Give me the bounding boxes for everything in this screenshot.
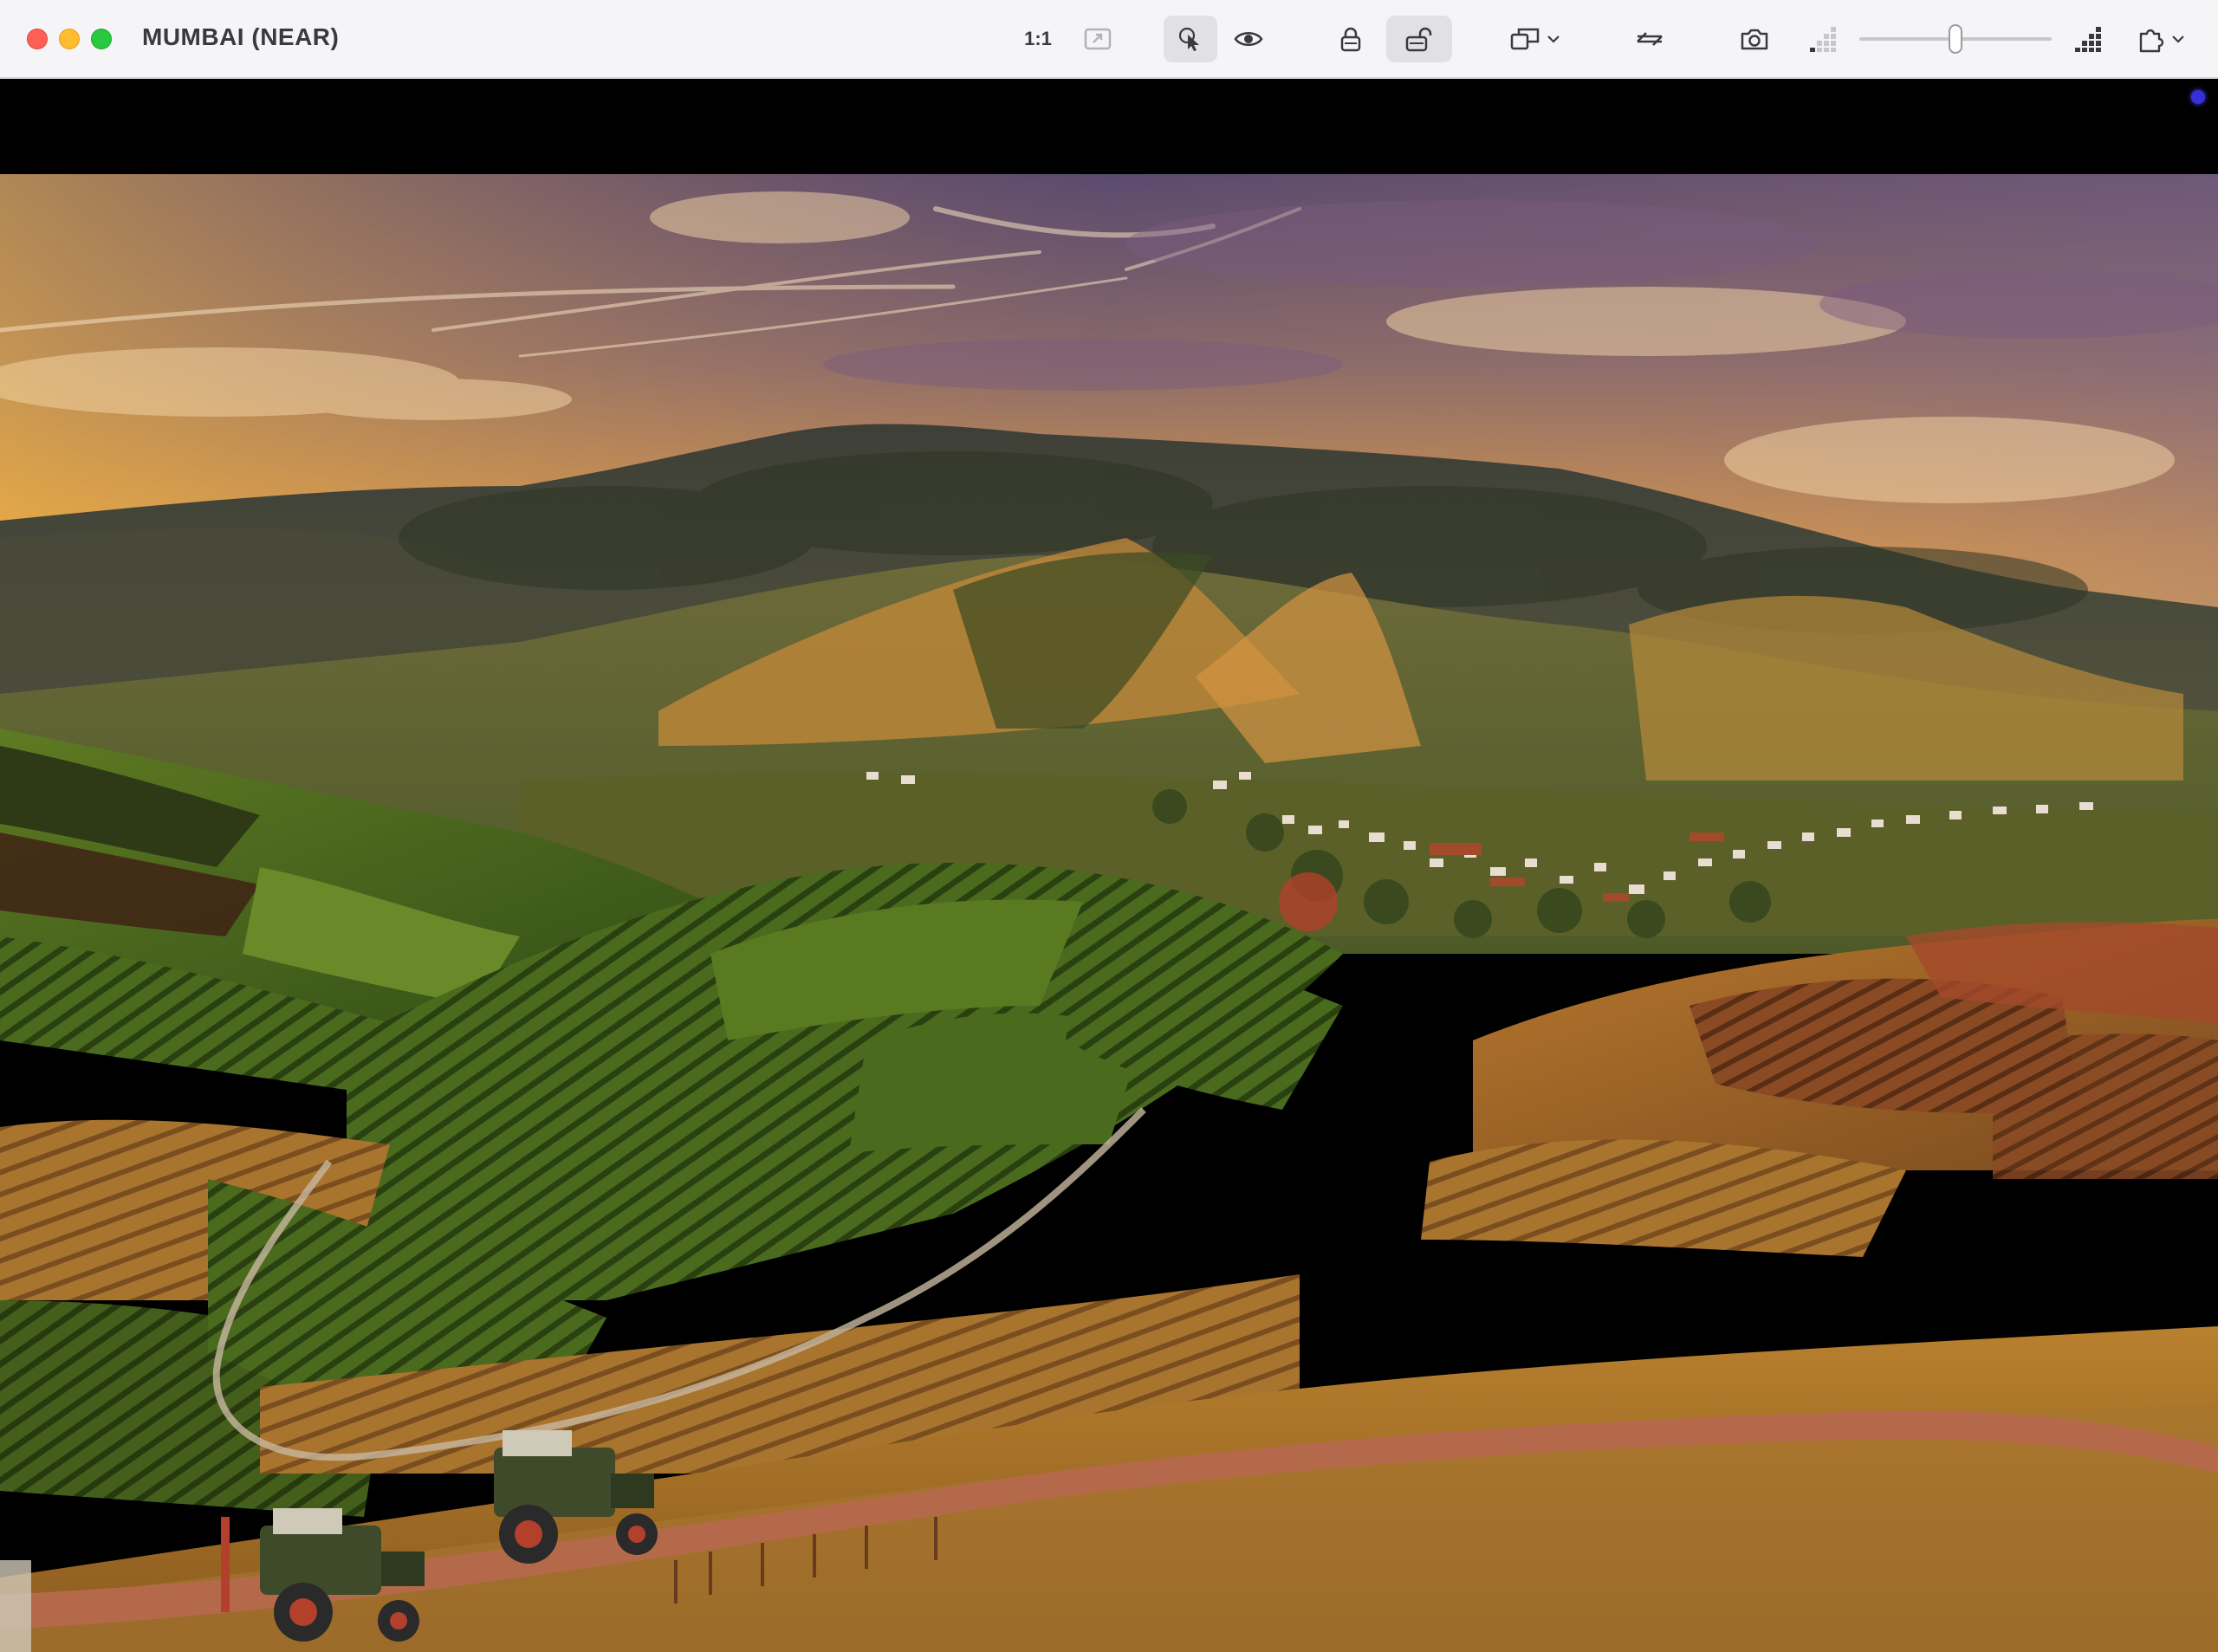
- letterbox-top: [0, 81, 2218, 174]
- quality-low-icon: [1810, 27, 1836, 52]
- screenshot-button[interactable]: [1729, 16, 1780, 62]
- pointer-mode-button[interactable]: [1164, 16, 1217, 62]
- chevron-down-icon: [1547, 36, 1560, 43]
- quality-high-icon: [2075, 27, 2101, 52]
- lock-icon: [1340, 27, 1361, 52]
- window-title: MUMBAI (NEAR): [142, 23, 340, 50]
- extensions-menu-button[interactable]: [2128, 16, 2195, 62]
- minimize-window-button[interactable]: [59, 29, 80, 49]
- swap-icon: [1637, 32, 1663, 46]
- swap-button[interactable]: [1624, 16, 1676, 62]
- quality-low-button[interactable]: [1802, 16, 1845, 62]
- camera-icon: [1741, 29, 1768, 50]
- close-window-button[interactable]: [27, 29, 48, 49]
- fit-window-icon: [1084, 28, 1112, 50]
- window-layout-menu-button[interactable]: [1499, 16, 1572, 62]
- quality-high-button[interactable]: [2067, 16, 2111, 62]
- unlock-button[interactable]: [1386, 16, 1452, 62]
- window-layout-icon: [1510, 28, 1540, 50]
- puzzle-icon: [2139, 29, 2164, 53]
- landscape-photo: [0, 174, 2218, 1652]
- connection-status-dot: [2191, 90, 2205, 104]
- view-only-button[interactable]: [1223, 16, 1274, 62]
- fit-window-button[interactable]: [1074, 16, 1121, 62]
- toolbar: MUMBAI (NEAR) 1:1: [0, 0, 2218, 79]
- app-window: MUMBAI (NEAR) 1:1: [0, 0, 2218, 1652]
- maximize-window-button[interactable]: [91, 29, 112, 49]
- lock-button[interactable]: [1326, 16, 1376, 62]
- unlock-icon: [1405, 27, 1432, 52]
- chevron-down-icon: [2172, 36, 2184, 43]
- cursor-icon: [1178, 27, 1199, 51]
- eye-icon: [1234, 32, 1263, 46]
- actual-size-button[interactable]: 1:1: [1014, 16, 1062, 62]
- remote-screen-image[interactable]: [0, 174, 2218, 1652]
- zoom-slider-knob[interactable]: [1949, 24, 1962, 54]
- actual-size-label: 1:1: [1024, 28, 1052, 49]
